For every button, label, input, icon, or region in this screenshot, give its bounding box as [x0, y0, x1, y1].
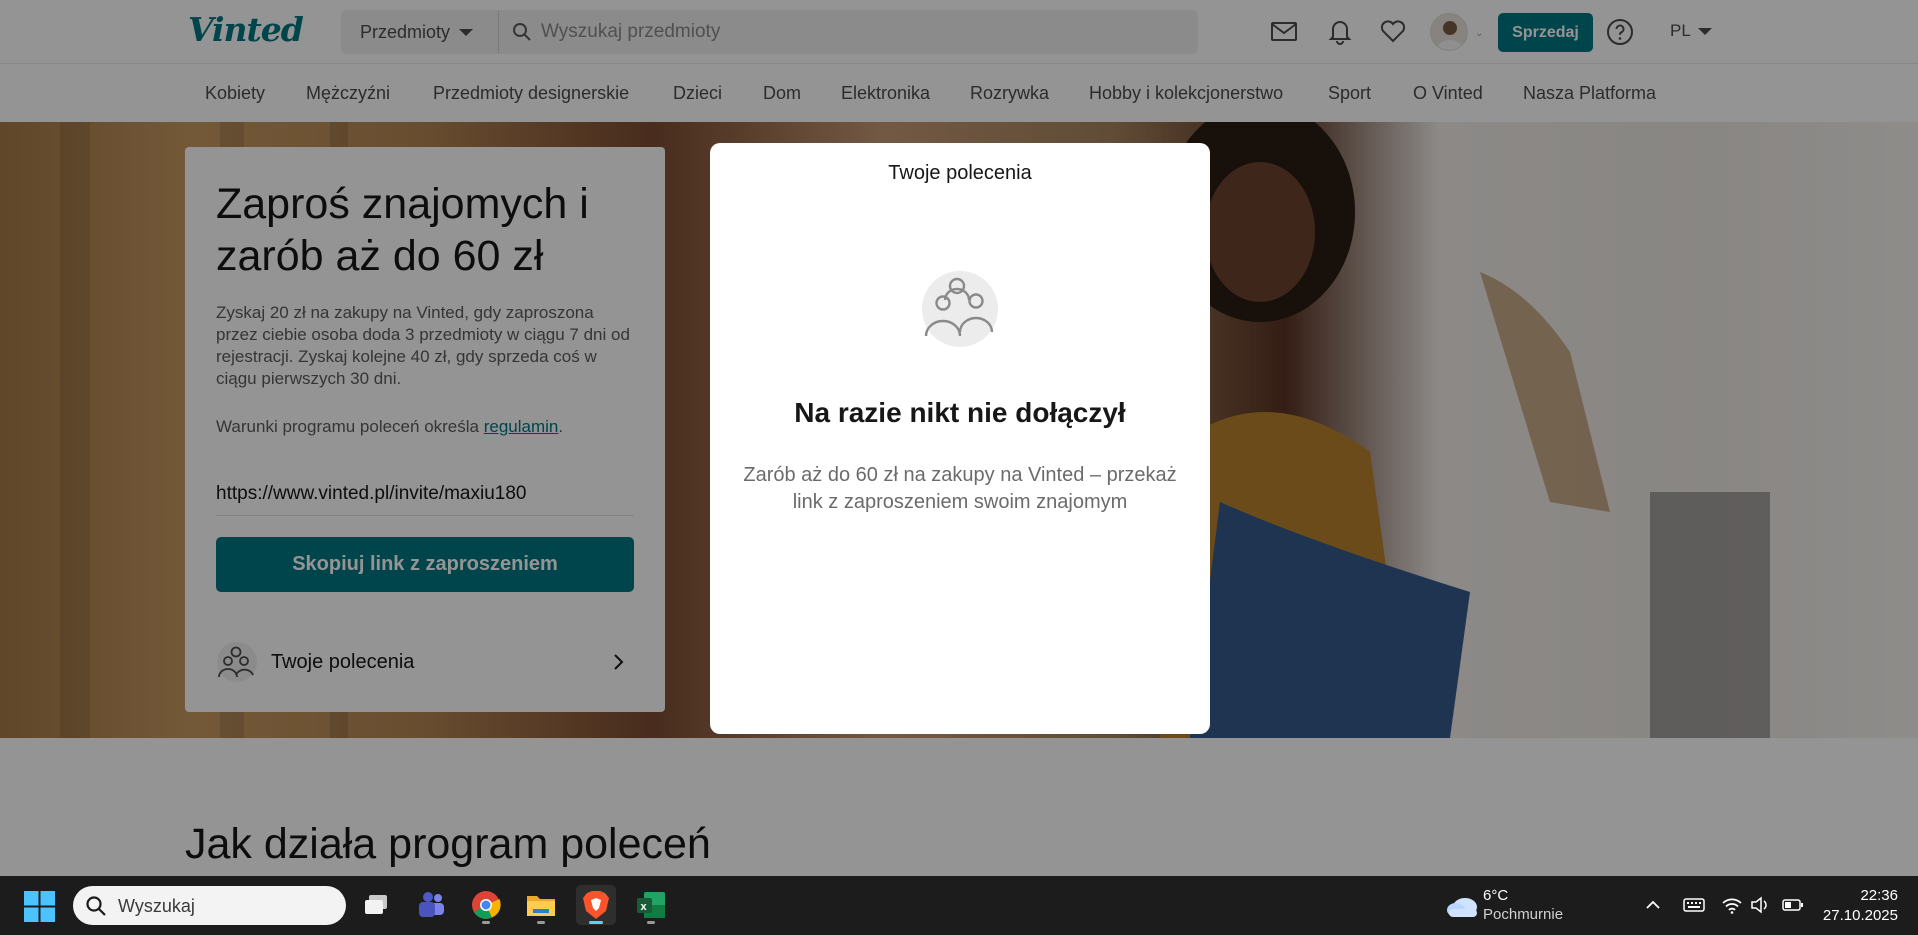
chevron-up-icon[interactable] [1643, 895, 1663, 915]
excel-icon: x [637, 892, 665, 918]
task-view-icon [365, 895, 387, 914]
battery-icon[interactable] [1781, 895, 1805, 915]
chrome-app-button[interactable] [466, 885, 506, 925]
clock-time[interactable]: 22:36 [1858, 887, 1898, 904]
taskbar-search-placeholder: Wyszukaj [118, 896, 195, 916]
task-view-button[interactable] [357, 885, 397, 925]
teams-app-button[interactable] [411, 885, 451, 925]
clock-date[interactable]: 27.10.2025 [1818, 907, 1898, 924]
folder-icon [527, 896, 555, 916]
referrals-modal: Twoje polecenia Na razie nikt nie dołącz… [710, 143, 1210, 734]
windows-taskbar: Wyszukaj x 6°C Pochmurnie 22:36 27.10.20… [0, 876, 1918, 935]
cloud-icon[interactable] [1443, 887, 1483, 923]
file-explorer-app-button[interactable] [521, 885, 561, 925]
brave-app-button[interactable] [576, 885, 616, 925]
teams-icon [419, 892, 444, 917]
modal-heading: Na razie nikt nie dołączył [794, 397, 1126, 428]
people-icon [922, 271, 998, 347]
modal-title: Twoje polecenia [888, 162, 1032, 184]
weather-temperature: 6°C [1483, 887, 1509, 904]
windows-start-icon[interactable] [24, 891, 55, 922]
chrome-icon [472, 891, 501, 919]
brave-icon [583, 891, 609, 919]
weather-description: Pochmurnie [1483, 906, 1564, 923]
keyboard-icon[interactable] [1682, 895, 1706, 915]
svg-text:x: x [641, 901, 648, 913]
modal-text: Zarób aż do 60 zł na zakupy na Vinted – … [743, 464, 1177, 513]
search-icon [86, 896, 106, 916]
wifi-icon[interactable] [1721, 895, 1743, 915]
taskbar-search[interactable]: Wyszukaj [73, 886, 346, 925]
excel-app-button[interactable]: x [631, 885, 671, 925]
volume-icon[interactable] [1749, 895, 1771, 915]
